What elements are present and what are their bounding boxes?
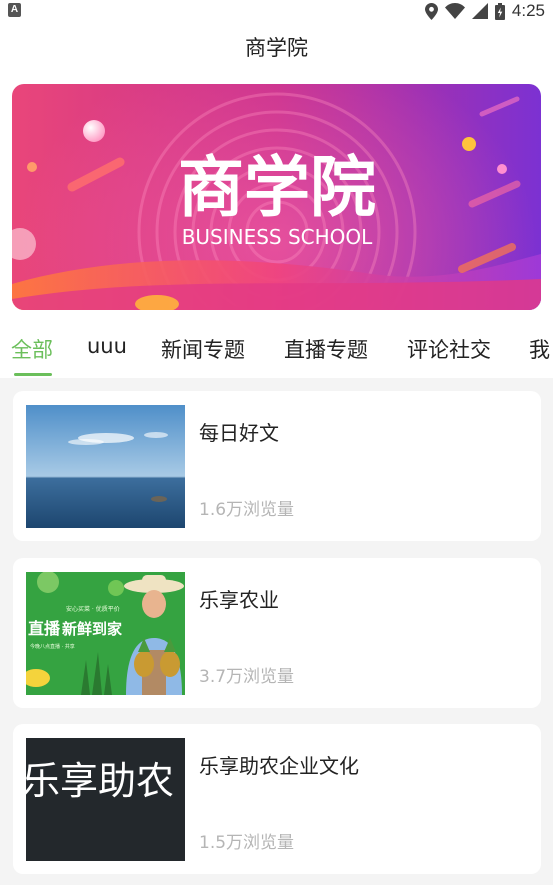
article-thumbnail: 安心买菜 · 优质平价 直播 新鲜到家 今晚八点直播 · 共享 [26, 572, 185, 695]
article-card[interactable]: 每日好文 1.6万浏览量 [13, 391, 541, 541]
article-views: 1.6万浏览量 [199, 500, 295, 520]
article-title: 每日好文 [199, 421, 279, 445]
banner-subtitle: BUSINESS SCHOOL [182, 225, 373, 249]
poster-top-text: 安心买菜 · 优质平价 [66, 605, 120, 613]
article-title: 乐享农业 [199, 588, 279, 612]
tab-all[interactable]: 全部 [11, 334, 53, 364]
tab-me[interactable]: 我 [529, 334, 550, 364]
article-views: 3.7万浏览量 [199, 667, 295, 687]
tab-news-topics[interactable]: 新闻专题 [161, 334, 245, 364]
article-thumbnail: 乐享助农 [26, 738, 185, 861]
banner[interactable]: 商学院 BUSINESS SCHOOL [12, 84, 541, 310]
text-tile: 乐享助农 [26, 738, 185, 861]
location-icon [424, 2, 438, 20]
poster-headline-live: 直播 [28, 619, 61, 638]
tab-uuu[interactable]: uuu [87, 334, 127, 358]
clock: 4:25 [511, 1, 545, 20]
tab-live-topics[interactable]: 直播专题 [284, 334, 368, 364]
banner-graphic: 商学院 BUSINESS SCHOOL [12, 84, 541, 310]
poster-bottom-text: 今晚八点直播 · 共享 [30, 643, 75, 650]
status-bar: A 4:25 [0, 0, 553, 24]
title-bar: 商学院 [0, 24, 553, 72]
article-thumbnail [26, 405, 185, 528]
banner-section: 商学院 BUSINESS SCHOOL [0, 72, 553, 324]
app-notification-icon: A [8, 3, 21, 17]
poster-headline-fresh: 新鲜到家 [62, 620, 122, 638]
farmer-pineapple-poster: 安心买菜 · 优质平价 直播 新鲜到家 今晚八点直播 · 共享 [26, 572, 185, 695]
active-tab-indicator [14, 373, 52, 376]
page-title: 商学院 [245, 36, 308, 60]
text-tile-label: 乐享助农 [26, 759, 174, 803]
article-views: 1.5万浏览量 [199, 833, 295, 853]
banner-title: 商学院 [178, 149, 376, 226]
category-tabs: 全部 uuu 新闻专题 直播专题 评论社交 我 [0, 324, 553, 378]
status-icons: 4:25 [424, 0, 545, 22]
tab-comments-social[interactable]: 评论社交 [407, 334, 491, 364]
article-title: 乐享助农企业文化 [199, 754, 359, 778]
battery-icon [494, 2, 505, 20]
signal-icon [471, 3, 488, 19]
article-card[interactable]: 乐享助农 乐享助农企业文化 1.5万浏览量 [13, 724, 541, 874]
wifi-icon [444, 3, 465, 19]
article-card[interactable]: 安心买菜 · 优质平价 直播 新鲜到家 今晚八点直播 · 共享 乐享农业 3.7… [13, 558, 541, 708]
sea-photo [26, 405, 185, 528]
